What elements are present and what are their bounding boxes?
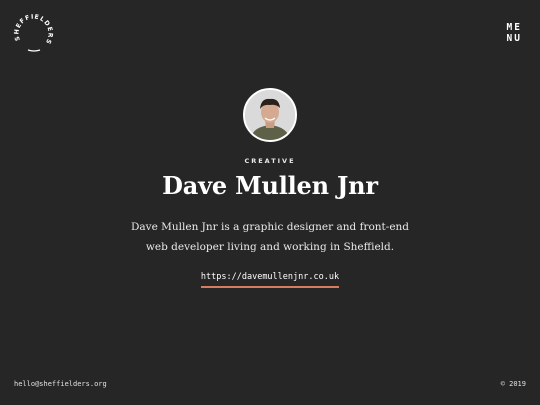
profile-name: Dave Mullen Jnr [162,171,378,200]
avatar [243,88,297,142]
sheffielders-logo[interactable]: SHEFFIELDERS [12,12,56,56]
footer-copyright: © 2019 [500,380,526,388]
avatar-portrait-image [245,90,295,140]
menu-label-line2: NU [506,33,522,44]
menu-button[interactable]: ME NU [507,22,522,44]
profile-section: CREATIVE Dave Mullen Jnr Dave Mullen Jnr… [0,88,540,288]
category-label: CREATIVE [244,157,296,165]
profile-bio: Dave Mullen Jnr is a graphic designer an… [130,221,410,253]
website-link[interactable]: https://davemullenjnr.co.uk [200,272,340,288]
svg-text:SHEFFIELDERS: SHEFFIELDERS [13,14,53,46]
footer-email-link[interactable]: hello@sheffielders.org [14,380,107,388]
menu-label-line1: ME [506,22,522,33]
logo-circle-icon: SHEFFIELDERS [13,14,53,52]
